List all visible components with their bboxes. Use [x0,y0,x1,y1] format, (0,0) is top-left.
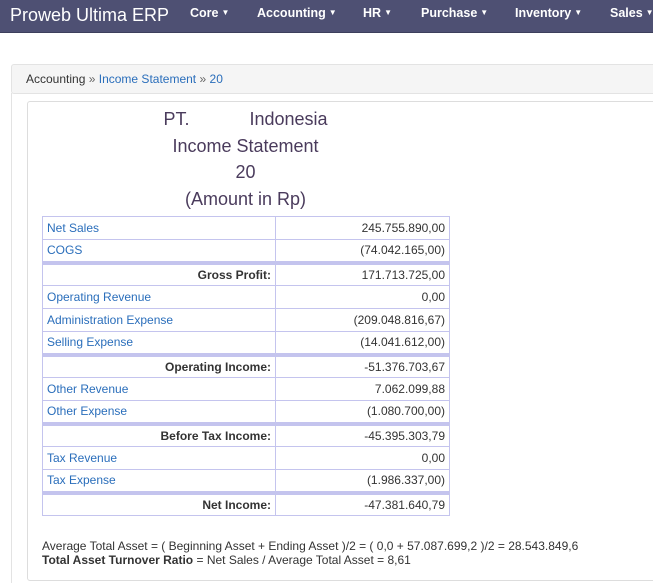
breadcrumb-separator: » [199,72,207,86]
subtotal-row: Net Income: -47.381.640,79 [42,490,450,516]
table-row: Other Revenue 7.062.099,88 [42,377,450,401]
subtotal-row: Gross Profit: 171.713.725,00 [42,260,450,286]
menu-accounting[interactable]: Accounting ▼ [257,6,337,20]
table-row: Tax Expense (1.986.337,00) [42,469,450,493]
income-statement-table: Net Sales 245.755.890,00 COGS (74.042.165,0… [42,216,450,516]
average-total-asset: Average Total Asset = ( Beginning Asset … [42,539,579,553]
amount: 0,00 [275,285,450,309]
table-row: Net Sales 245.755.890,00 [42,216,450,240]
subtotal-label: Operating Income: [42,352,276,378]
subtotal-label: Before Tax Income: [42,421,276,447]
navbar: Proweb Ultima ERP Core ▼ Accounting ▼ HR ▼ … [0,0,653,33]
report-period: 20 [235,162,256,182]
amount: 171.713.725,00 [275,260,450,286]
caret-down-icon: ▼ [221,8,230,17]
menu-core[interactable]: Core ▼ [190,6,229,20]
report-title: Income Statement [172,136,319,156]
menu-sales[interactable]: Sales ▼ [610,6,653,20]
account-link[interactable]: Selling Expense [42,331,276,355]
amount: (1.986.337,00) [275,469,450,493]
table-row: Selling Expense (14.041.612,00) [42,331,450,355]
subtotal-row: Operating Income: -51.376.703,67 [42,352,450,378]
table-row: Other Expense (1.080.700,00) [42,400,450,424]
amount: -51.376.703,67 [275,352,450,378]
subtotal-row: Before Tax Income: -45.395.303,79 [42,421,450,447]
report-footer: Average Total Asset = ( Beginning Asset … [42,539,578,567]
brand-logo[interactable]: Proweb Ultima ERP [10,5,169,26]
menu-label: Sales [610,6,643,20]
account-link[interactable]: COGS [42,239,276,263]
table-row: COGS (74.042.165,00) [42,239,450,263]
account-link[interactable]: Tax Expense [42,469,276,493]
account-link[interactable]: Net Sales [42,216,276,240]
breadcrumb: Accounting » Income Statement » 20 [11,64,653,94]
amount: (14.041.612,00) [275,331,450,355]
table-row: Tax Revenue 0,00 [42,446,450,470]
account-link[interactable]: Administration Expense [42,308,276,332]
caret-down-icon: ▼ [328,8,337,17]
ratio-label: Total Asset Turnover Ratio [42,553,194,567]
report-unit: (Amount in Rp) [184,189,307,209]
amount: 245.755.890,00 [275,216,450,240]
menu-label: Accounting [257,6,326,20]
ratio-formula: = Net Sales / Average Total Asset = 8,61 [193,553,411,567]
amount: (209.048.816,67) [275,308,450,332]
caret-down-icon: ▼ [645,8,653,17]
breadcrumb-period[interactable]: 20 [210,72,223,86]
menu-label: HR [363,6,382,20]
amount: (74.042.165,00) [275,239,450,263]
table-row: Administration Expense (209.048.816,67) [42,308,450,332]
subtotal-label: Gross Profit: [42,260,276,286]
breadcrumb-separator: » [88,72,96,86]
breadcrumb-accounting: Accounting [26,72,86,86]
menu-label: Purchase [421,6,478,20]
account-link[interactable]: Operating Revenue [42,285,276,309]
caret-down-icon: ▼ [480,8,489,17]
menu-inventory[interactable]: Inventory ▼ [515,6,582,20]
amount: -45.395.303,79 [275,421,450,447]
amount: 0,00 [275,446,450,470]
menu-label: Core [190,6,219,20]
caret-down-icon: ▼ [384,8,392,17]
menu-label: Inventory [515,6,572,20]
amount: 7.062.099,88 [275,377,450,401]
caret-down-icon: ▼ [574,8,583,17]
account-link[interactable]: Tax Revenue [42,446,276,470]
subtotal-label: Net Income: [42,490,276,516]
amount: (1.080.700,00) [275,400,450,424]
menu-hr[interactable]: HR ▼ [363,6,392,20]
account-link[interactable]: Other Expense [42,400,276,424]
table-row: Operating Revenue 0,00 [42,285,450,309]
amount: -47.381.640,79 [275,490,450,516]
company-name: PT. Indonesia [163,109,328,129]
account-link[interactable]: Other Revenue [42,377,276,401]
menu-purchase[interactable]: Purchase ▼ [421,6,488,20]
breadcrumb-income-statement[interactable]: Income Statement [99,72,196,86]
